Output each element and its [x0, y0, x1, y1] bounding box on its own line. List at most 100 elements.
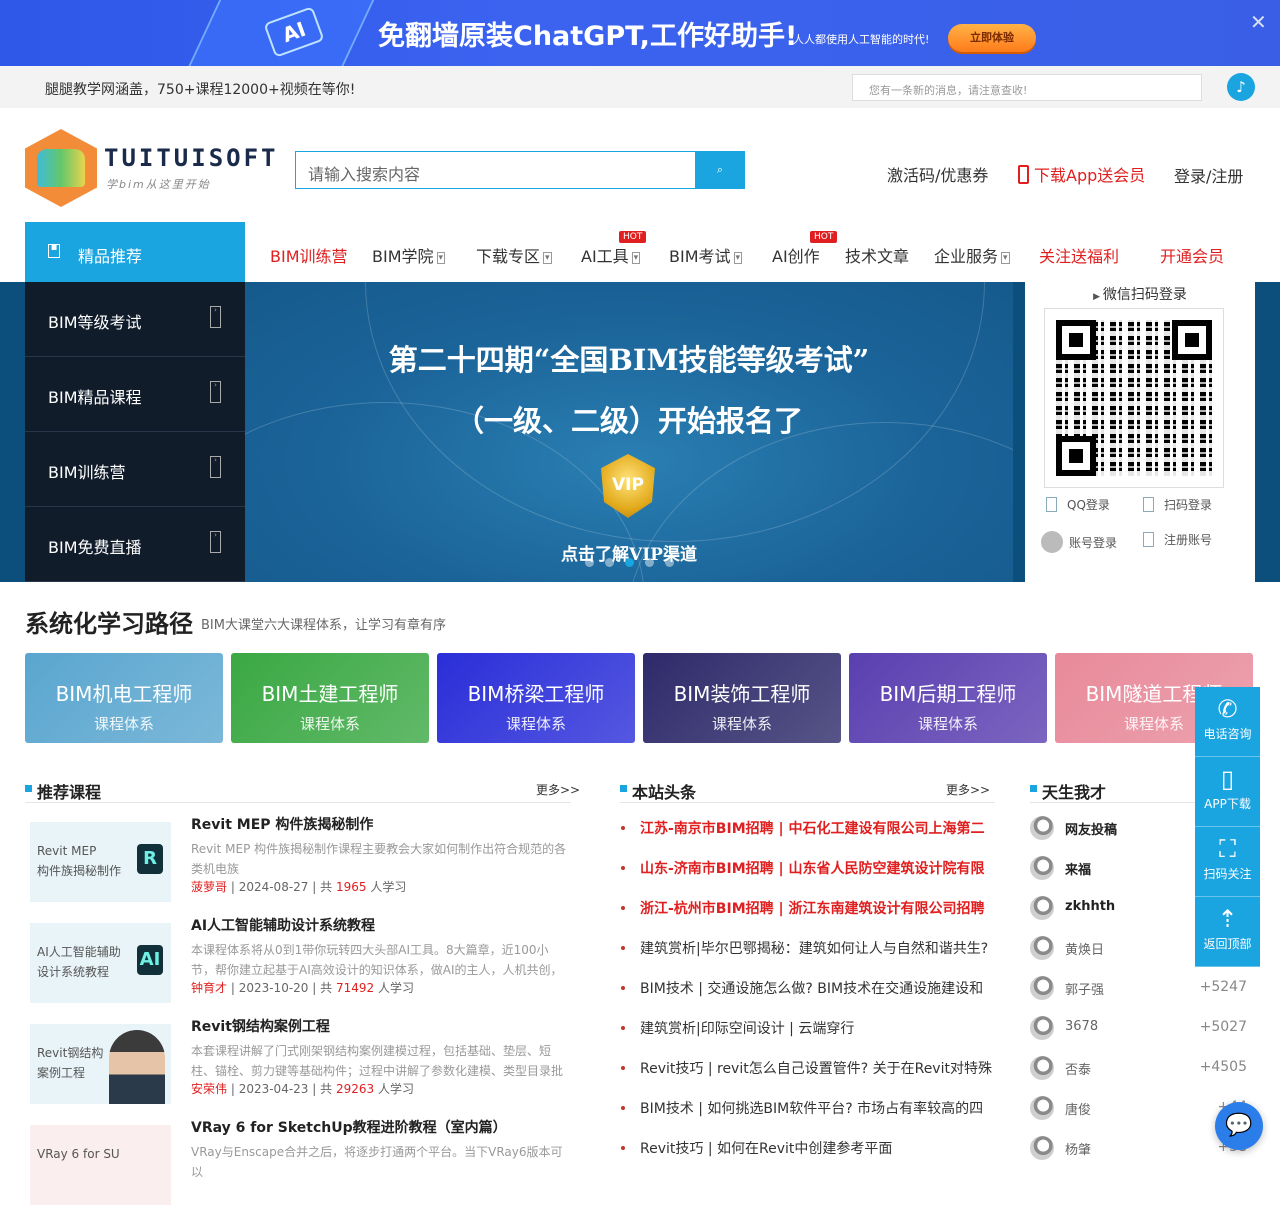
- course-author[interactable]: 钟育才: [191, 981, 227, 995]
- slide-dot[interactable]: [625, 558, 634, 567]
- course-item[interactable]: Revit MEP 构件族揭秘制作 R Revit MEP 构件族揭秘制作 Revit…: [30, 817, 571, 902]
- nav-item[interactable]: 企业服务 ▾: [934, 243, 1010, 267]
- course-learners-suffix: 人学习: [377, 981, 414, 995]
- course-total-prefix: 共: [320, 880, 333, 894]
- talent-name: 杨肇: [1065, 1143, 1092, 1158]
- headline-item[interactable]: Revit技巧 | revit怎么自己设置管件? 关于在Revit对特殊: [620, 1058, 992, 1078]
- course-meta: 钟育才 | 2023-10-20 | 共 71492 人学习: [191, 981, 414, 995]
- nav-item[interactable]: 下载专区 ▾: [476, 243, 552, 267]
- path-card[interactable]: BIM后期工程师 课程体系: [849, 653, 1047, 743]
- headline-item[interactable]: 山东-济南市BIM招聘 | 山东省人民防空建筑设计院有限: [620, 858, 992, 878]
- slide-dot[interactable]: [605, 558, 614, 567]
- float-back-to-top-button[interactable]: ⇡ 返回顶部: [1195, 897, 1260, 967]
- coupon-link[interactable]: 激活码/优惠券: [887, 162, 988, 186]
- nav-item[interactable]: 开通会员: [1160, 243, 1224, 267]
- course-total-prefix: 共: [320, 981, 333, 995]
- logo-icon[interactable]: [25, 129, 97, 207]
- chevron-down-icon: ▾: [436, 252, 446, 264]
- side-menu-item[interactable]: BIM精品课程 ›: [25, 357, 245, 432]
- scan-icon: [1143, 497, 1154, 512]
- nav-item[interactable]: BIM学院 ▾: [372, 243, 446, 267]
- recommended-more-link[interactable]: 更多>>: [536, 781, 580, 798]
- float-mobile-app-button[interactable]: ▯ APP下载: [1195, 757, 1260, 827]
- course-description: Revit MEP 构件族揭秘制作课程主要教会大家如何制作出符合规范的各类机电族: [191, 842, 567, 876]
- search-button[interactable]: ⌕: [695, 151, 745, 189]
- qr-title: ▶ 微信扫码登录: [1093, 287, 1187, 303]
- course-title[interactable]: Revit钢结构案例工程: [191, 1016, 330, 1036]
- path-card[interactable]: BIM土建工程师 课程体系: [231, 653, 429, 743]
- course-learners: 71492: [335, 981, 375, 995]
- path-card[interactable]: BIM桥梁工程师 课程体系: [437, 653, 635, 743]
- talent-item[interactable]: 郭子强 +5247: [1030, 976, 1255, 1000]
- course-thumbnail[interactable]: Revit MEP 构件族揭秘制作 R: [30, 822, 171, 902]
- account-login[interactable]: 账号登录: [1041, 531, 1117, 553]
- course-thumbnail[interactable]: Revit钢结构 案例工程: [30, 1024, 171, 1104]
- side-menu-item[interactable]: BIM训练营 ›: [25, 432, 245, 507]
- course-author[interactable]: 菠萝哥: [191, 880, 227, 894]
- headline-item[interactable]: 建筑赏析|印际空间设计 | 云端穿行: [620, 1018, 992, 1038]
- talent-item[interactable]: 否泰 +4505: [1030, 1056, 1255, 1080]
- nav-item[interactable]: AI工具 ▾ HOT: [581, 231, 647, 267]
- talent-name: 3678: [1065, 1019, 1099, 1034]
- chat-bubble-icon[interactable]: 💬: [1215, 1102, 1263, 1150]
- headline-item[interactable]: 浙江-杭州市BIM招聘 | 浙江东南建筑设计有限公司招聘: [620, 898, 992, 918]
- banner-try-button[interactable]: 立即体验: [948, 24, 1036, 52]
- nav-featured[interactable]: ▪ 精品推荐: [25, 222, 245, 282]
- headlines-more-link[interactable]: 更多>>: [946, 781, 990, 798]
- thumbnail-label: Revit钢结构 案例工程: [37, 1046, 104, 1080]
- course-author[interactable]: 安荣伟: [191, 1082, 227, 1096]
- banner-title: 免翻墙原装ChatGPT,工作好助手!: [378, 21, 798, 52]
- headline-item[interactable]: BIM技术 | 如何挑选BIM软件平台? 市场占有率较高的四: [620, 1098, 992, 1118]
- nav-item[interactable]: 技术文章: [845, 243, 909, 267]
- slide-dot[interactable]: [645, 558, 654, 567]
- course-item[interactable]: AI人工智能辅助 设计系统教程 AI AI人工智能辅助设计系统教程 本课程体系将从0到…: [30, 918, 571, 1003]
- headline-item[interactable]: BIM技术 | 交通设施怎么做? BIM技术在交通设施建设和: [620, 978, 992, 998]
- course-learners: 1965: [335, 880, 367, 894]
- nav-item[interactable]: BIM训练营: [270, 243, 348, 267]
- bell-icon[interactable]: ♪: [1227, 73, 1255, 101]
- path-card[interactable]: BIM机电工程师 课程体系: [25, 653, 223, 743]
- slide-dot[interactable]: [585, 558, 594, 567]
- notice-text: 腿腿教学网涵盖，750+课程12000+视频在等你!: [45, 82, 356, 98]
- course-item[interactable]: Revit钢结构 案例工程 Revit钢结构案例工程 本套课程讲解了门式刚架钢结构案…: [30, 1019, 571, 1104]
- avatar: [1030, 1016, 1054, 1040]
- course-meta: 安荣伟 | 2023-04-23 | 共 29263 人学习: [191, 1082, 414, 1096]
- talent-name: 否泰: [1065, 1063, 1092, 1078]
- headline-item[interactable]: Revit技巧 | 如何在Revit中创建参考平面: [620, 1138, 992, 1158]
- course-date: 2023-04-23: [238, 1082, 309, 1096]
- course-thumbnail[interactable]: VRay 6 for SU: [30, 1125, 171, 1205]
- course-learners-suffix: 人学习: [370, 880, 407, 894]
- path-card-title: BIM后期工程师: [879, 682, 1017, 706]
- headline-item[interactable]: 建筑赏析|毕尔巴鄂揭秘：建筑如何让人与自然和谐共生?: [620, 938, 992, 958]
- login-register-link[interactable]: 登录/注册: [1174, 163, 1243, 187]
- side-menu-item[interactable]: BIM免费直播 ›: [25, 507, 245, 582]
- nav-item[interactable]: 关注送福利: [1039, 243, 1119, 267]
- course-item[interactable]: VRay 6 for SU VRay 6 for SketchUp教程进阶教程（室…: [30, 1120, 571, 1205]
- slide-dot[interactable]: [665, 558, 674, 567]
- scan-login[interactable]: 扫码登录: [1143, 496, 1212, 513]
- path-card[interactable]: BIM装饰工程师 课程体系: [643, 653, 841, 743]
- search-input[interactable]: 请输入搜索内容: [295, 151, 697, 189]
- course-title[interactable]: AI人工智能辅助设计系统教程: [191, 915, 375, 935]
- qq-login[interactable]: QQ登录: [1046, 496, 1110, 513]
- register-account[interactable]: 注册账号: [1143, 531, 1212, 548]
- side-menu-item[interactable]: BIM等级考试 ›: [25, 282, 245, 357]
- close-icon[interactable]: ✕: [1250, 10, 1267, 34]
- download-app-link[interactable]: 下载App送会员: [1018, 162, 1145, 186]
- avatar: [1030, 1136, 1054, 1160]
- course-thumbnail[interactable]: AI人工智能辅助 设计系统教程 AI: [30, 923, 171, 1003]
- nav-item[interactable]: BIM考试 ▾: [669, 243, 743, 267]
- chevron-down-icon: ▾: [631, 252, 641, 264]
- headline-item[interactable]: 江苏-南京市BIM招聘 | 中石化工建设有限公司上海第二: [620, 818, 992, 838]
- talent-name: zkhhth: [1065, 899, 1116, 914]
- float-scan-button[interactable]: ⛶ 扫码关注: [1195, 827, 1260, 897]
- logo-wordmark[interactable]: TUITUISOFT: [104, 144, 279, 172]
- float-phone-button[interactable]: ✆ 电话咨询: [1195, 687, 1260, 757]
- message-notice-field[interactable]: 您有一条新的消息，请注意查收!: [852, 74, 1202, 101]
- chevron-down-icon: ▾: [543, 252, 552, 264]
- mobile-app-icon: ▯: [1220, 765, 1235, 793]
- course-title[interactable]: Revit MEP 构件族揭秘制作: [191, 814, 373, 834]
- nav-item[interactable]: AI创作 HOT: [772, 231, 838, 267]
- course-title[interactable]: VRay 6 for SketchUp教程进阶教程（室内篇）: [191, 1117, 507, 1137]
- talent-item[interactable]: 3678 +5027: [1030, 1016, 1255, 1040]
